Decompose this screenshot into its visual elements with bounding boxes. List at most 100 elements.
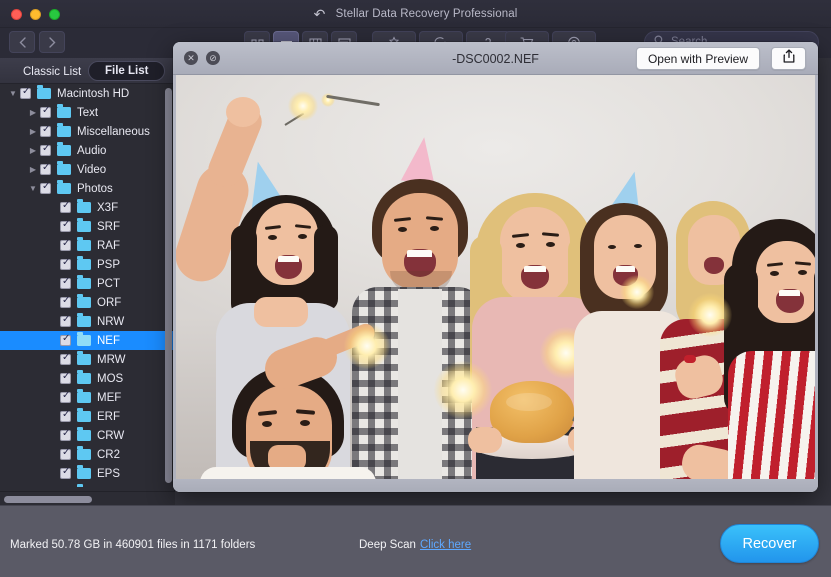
forward-button[interactable]: [39, 31, 65, 53]
checkbox[interactable]: [60, 221, 71, 232]
tree-row-label: Text: [77, 107, 98, 119]
checkbox[interactable]: [60, 316, 71, 327]
tree-row-pgm[interactable]: PGM: [0, 483, 175, 487]
folder-icon: [77, 335, 91, 346]
tree-row-raf[interactable]: RAF: [0, 236, 175, 255]
tree-row-nef[interactable]: NEF: [0, 331, 175, 350]
maximize-window-button[interactable]: [49, 9, 60, 20]
open-with-preview-button[interactable]: Open with Preview: [636, 47, 760, 70]
app-title-group: ↶ Stellar Data Recovery Professional: [0, 0, 831, 28]
tree-row-nrw[interactable]: NRW: [0, 312, 175, 331]
sidebar-vertical-scrollbar[interactable]: [165, 88, 172, 483]
tab-file-list[interactable]: File List: [88, 61, 165, 81]
tree-row-label: CRW: [97, 430, 124, 442]
folder-icon: [57, 164, 71, 175]
folder-icon: [77, 240, 91, 251]
tree-row-label: MRW: [97, 354, 126, 366]
preview-body: [173, 75, 818, 492]
checkbox[interactable]: [20, 88, 31, 99]
deep-scan-link[interactable]: Click here: [420, 539, 471, 551]
folder-icon: [77, 411, 91, 422]
tree-row-eps[interactable]: EPS: [0, 464, 175, 483]
tree-row-audio[interactable]: ▶ Audio: [0, 141, 175, 160]
tree-row-pct[interactable]: PCT: [0, 274, 175, 293]
tree-row-mos[interactable]: MOS: [0, 369, 175, 388]
tree-row-erf[interactable]: ERF: [0, 407, 175, 426]
disclosure-closed-icon[interactable]: ▶: [26, 165, 40, 174]
tree-row-label: Audio: [77, 145, 106, 157]
tree-row-label: MOS: [97, 373, 123, 385]
tree-row-macintosh-hd[interactable]: ▼Macintosh HD: [0, 84, 175, 103]
checkbox[interactable]: [60, 411, 71, 422]
tree-row-label: NEF: [97, 335, 120, 347]
disclosure-closed-icon[interactable]: ▶: [26, 108, 40, 117]
app-window: ↶ Stellar Data Recovery Professional: [0, 0, 831, 577]
folder-icon: [77, 373, 91, 384]
tree-row-psp[interactable]: PSP: [0, 255, 175, 274]
tree-row-cr2[interactable]: CR2: [0, 445, 175, 464]
checkbox[interactable]: [60, 354, 71, 365]
checkbox[interactable]: [60, 468, 71, 479]
tree-row-label: MEF: [97, 392, 121, 404]
tree-row-video[interactable]: ▶Video: [0, 160, 175, 179]
recover-button[interactable]: Recover: [720, 524, 819, 563]
checkbox[interactable]: [60, 430, 71, 441]
tree-row-label: PCT: [97, 278, 120, 290]
app-title: Stellar Data Recovery Professional: [336, 8, 518, 20]
minimize-window-button[interactable]: [30, 9, 41, 20]
checkbox[interactable]: [40, 183, 51, 194]
tree-row-srf[interactable]: SRF: [0, 217, 175, 236]
tree-row-orf[interactable]: ORF: [0, 293, 175, 312]
share-button[interactable]: [771, 47, 806, 70]
sidebar-horizontal-scrollbar[interactable]: [4, 496, 92, 503]
checkbox[interactable]: [60, 240, 71, 251]
tree-row-text[interactable]: ▶ Text: [0, 103, 175, 122]
tree-row-label: NRW: [97, 316, 124, 328]
tree-row-label: RAF: [97, 240, 120, 252]
folder-icon: [57, 145, 71, 156]
folder-icon: [77, 297, 91, 308]
checkbox[interactable]: [40, 164, 51, 175]
folder-icon: [77, 468, 91, 479]
preview-window: ✕ ⊘ -DSC0002.NEF Open with Preview: [173, 42, 818, 492]
checkbox[interactable]: [60, 202, 71, 213]
tree-row-miscellaneous[interactable]: ▶Miscellaneous: [0, 122, 175, 141]
checkbox[interactable]: [60, 373, 71, 384]
checkbox[interactable]: [60, 392, 71, 403]
checkbox[interactable]: [60, 297, 71, 308]
checkbox[interactable]: [60, 278, 71, 289]
close-window-button[interactable]: [11, 9, 22, 20]
disclosure-open-icon[interactable]: ▼: [6, 89, 20, 98]
folder-icon: [57, 107, 71, 118]
sidebar: Classic List File List ▼Macintosh HD ▶ Tex…: [0, 58, 175, 505]
checkbox[interactable]: [60, 259, 71, 270]
tree-row-x3f[interactable]: X3F: [0, 198, 175, 217]
tree-row-photos[interactable]: ▼Photos: [0, 179, 175, 198]
tree-row-mef[interactable]: MEF: [0, 388, 175, 407]
checkbox[interactable]: [40, 126, 51, 137]
checkbox[interactable]: [60, 335, 71, 346]
tree-row-label: PSP: [97, 259, 120, 271]
traffic-lights: [11, 9, 60, 20]
folder-icon: [77, 202, 91, 213]
disclosure-open-icon[interactable]: ▼: [26, 184, 40, 193]
folder-icon: [77, 392, 91, 403]
back-button[interactable]: [9, 31, 35, 53]
tree-row-mrw[interactable]: MRW: [0, 350, 175, 369]
disclosure-closed-icon[interactable]: ▶: [26, 146, 40, 155]
folder-icon: [77, 221, 91, 232]
folder-icon: [77, 259, 91, 270]
tree-row-crw[interactable]: CRW: [0, 426, 175, 445]
checkbox[interactable]: [40, 145, 51, 156]
tree-row-label: X3F: [97, 202, 118, 214]
folder-icon: [57, 183, 71, 194]
tree-row-label: ERF: [97, 411, 120, 423]
status-bar: Marked 50.78 GB in 460901 files in 1171 …: [0, 505, 831, 577]
checkbox[interactable]: [40, 107, 51, 118]
tree-row-label: EPS: [97, 468, 120, 480]
tab-classic-list[interactable]: Classic List: [11, 63, 93, 81]
tree-row-label: ORF: [97, 297, 121, 309]
folder-tree[interactable]: ▼Macintosh HD▶Text▶Miscellaneous▶Audio▶V…: [0, 84, 175, 487]
checkbox[interactable]: [60, 449, 71, 460]
disclosure-closed-icon[interactable]: ▶: [26, 127, 40, 136]
